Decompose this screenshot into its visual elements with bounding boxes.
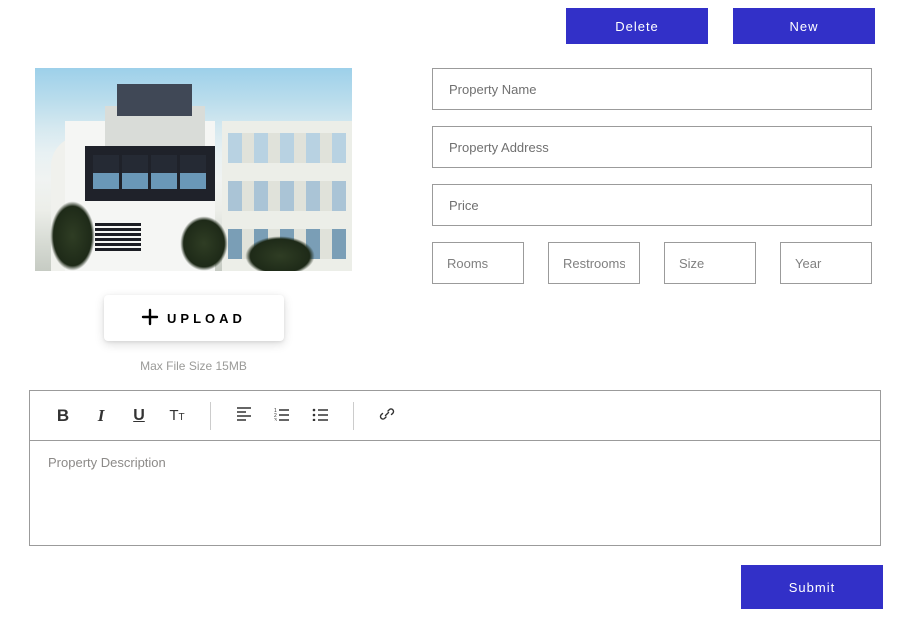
text-style-button[interactable]: TT bbox=[160, 399, 194, 433]
toolbar-divider bbox=[210, 402, 211, 430]
property-name-input[interactable] bbox=[432, 68, 872, 110]
submit-button[interactable]: Submit bbox=[741, 565, 883, 609]
file-size-hint: Max File Size 15MB bbox=[35, 359, 352, 373]
italic-icon: I bbox=[98, 406, 105, 426]
description-editor: B I U TT 123 bbox=[29, 390, 881, 546]
bullet-list-icon bbox=[312, 407, 328, 424]
upload-button[interactable]: UPLOAD bbox=[104, 295, 284, 341]
toolbar-divider bbox=[353, 402, 354, 430]
restrooms-input[interactable] bbox=[548, 242, 640, 284]
property-form bbox=[432, 68, 872, 284]
price-input[interactable] bbox=[432, 184, 872, 226]
top-action-bar: Delete New bbox=[566, 8, 875, 44]
link-icon bbox=[379, 406, 395, 425]
details-row bbox=[432, 242, 872, 284]
delete-button[interactable]: Delete bbox=[566, 8, 708, 44]
description-textarea[interactable]: Property Description bbox=[30, 441, 880, 545]
align-left-icon bbox=[236, 407, 252, 424]
underline-icon: U bbox=[133, 407, 145, 425]
bold-icon: B bbox=[57, 406, 69, 426]
year-input[interactable] bbox=[780, 242, 872, 284]
link-button[interactable] bbox=[370, 399, 404, 433]
property-image-preview bbox=[35, 68, 352, 271]
new-button[interactable]: New bbox=[733, 8, 875, 44]
image-upload-section: UPLOAD Max File Size 15MB bbox=[35, 68, 352, 373]
italic-button[interactable]: I bbox=[84, 399, 118, 433]
property-address-input[interactable] bbox=[432, 126, 872, 168]
bold-button[interactable]: B bbox=[46, 399, 80, 433]
underline-button[interactable]: U bbox=[122, 399, 156, 433]
text-size-icon: TT bbox=[169, 407, 184, 424]
rooms-input[interactable] bbox=[432, 242, 524, 284]
align-button[interactable] bbox=[227, 399, 261, 433]
svg-text:3: 3 bbox=[274, 418, 277, 421]
upload-button-label: UPLOAD bbox=[167, 311, 246, 326]
plus-icon bbox=[141, 308, 161, 329]
numbered-list-button[interactable]: 123 bbox=[265, 399, 299, 433]
size-input[interactable] bbox=[664, 242, 756, 284]
numbered-list-icon: 123 bbox=[274, 407, 290, 424]
bullet-list-button[interactable] bbox=[303, 399, 337, 433]
editor-toolbar: B I U TT 123 bbox=[30, 391, 880, 441]
